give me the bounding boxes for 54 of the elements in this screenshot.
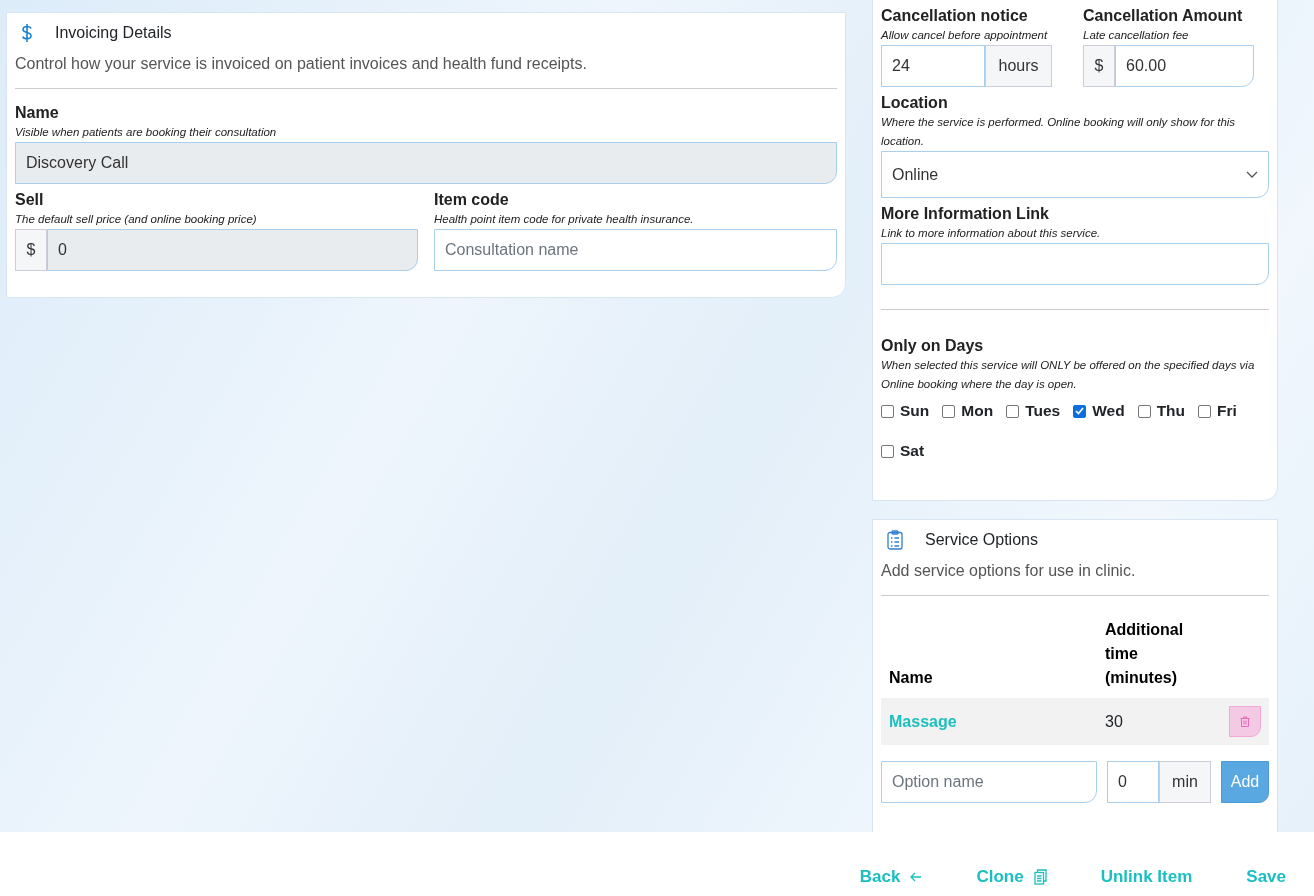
- delete-button[interactable]: [1229, 706, 1261, 737]
- field-label: More Information Link: [881, 204, 1050, 224]
- field-label: Cancellation Amount: [1083, 6, 1244, 26]
- column-header: Name: [881, 610, 1097, 698]
- checkbox[interactable]: [1137, 404, 1151, 418]
- option-name-field[interactable]: Option name: [881, 761, 1097, 803]
- field-hint: Where the service is performed. Online booking will only show for this location.: [881, 115, 1237, 149]
- day-checkbox[interactable]: Fri: [1198, 398, 1237, 424]
- day-checkbox[interactable]: Thu: [1137, 398, 1186, 424]
- clipboard-icon: [887, 530, 903, 550]
- column-header: Additional time (minutes): [1097, 610, 1203, 698]
- dollar-icon: [21, 23, 33, 43]
- checkbox[interactable]: [1073, 404, 1087, 418]
- checkbox[interactable]: [881, 444, 894, 458]
- field-hint: Link to more information about this service.: [881, 226, 1102, 241]
- field-label: Sell: [15, 190, 45, 210]
- minutes-field[interactable]: 0: [1107, 761, 1159, 803]
- notice-field[interactable]: 24: [881, 45, 985, 87]
- field-hint: Visible when patients are booking their consultation: [15, 125, 278, 140]
- checkbox[interactable]: [942, 404, 956, 418]
- field-label: Cancellation notice: [881, 6, 1029, 26]
- field-label: Location: [881, 93, 949, 113]
- day-checkbox[interactable]: Sat: [881, 438, 925, 464]
- card-title: Service Options: [925, 531, 1038, 549]
- link-field[interactable]: [881, 243, 1269, 285]
- checkbox[interactable]: [881, 404, 894, 418]
- copy-icon: [1033, 869, 1047, 885]
- card-description: Add service options for use in clinic.: [881, 562, 1137, 580]
- day-checkbox[interactable]: Sun: [881, 398, 930, 424]
- location-select[interactable]: Online: [881, 151, 1269, 198]
- field-hint: When selected this service will ONLY be offered on the specified days via Online booking where the day is open.: [881, 358, 1256, 392]
- field-hint: Health point item code for private health insurance.: [434, 212, 695, 227]
- field-hint: Allow cancel before appointment: [881, 28, 1049, 43]
- card-description: Control how your service is invoiced on patient invoices and health fund receipts.: [15, 55, 588, 73]
- table-cell: 30: [1105, 712, 1123, 730]
- checkbox[interactable]: [1006, 404, 1020, 418]
- field-label: Name: [15, 103, 60, 123]
- hours-suffix: hours: [985, 45, 1052, 87]
- field-hint: Late cancellation fee: [1083, 28, 1190, 43]
- card-title: Invoicing Details: [55, 24, 172, 42]
- field-hint: The default sell price (and online booking price): [15, 212, 258, 227]
- trash-icon: [1240, 716, 1250, 727]
- field-label: Item code: [434, 190, 510, 210]
- day-checkbox[interactable]: Wed: [1073, 398, 1125, 424]
- field-label: Only on Days: [881, 336, 985, 356]
- arrow-left-icon: [910, 872, 923, 882]
- checkbox[interactable]: [1198, 404, 1212, 418]
- min-suffix: min: [1159, 761, 1211, 803]
- currency-prefix: $: [15, 229, 47, 271]
- item-code-field[interactable]: Consultation name: [434, 229, 837, 271]
- day-checkbox[interactable]: Tues: [1006, 398, 1061, 424]
- currency-prefix: $: [1083, 45, 1115, 87]
- day-checkbox[interactable]: Mon: [942, 398, 994, 424]
- chevron-down-icon: [1246, 170, 1258, 179]
